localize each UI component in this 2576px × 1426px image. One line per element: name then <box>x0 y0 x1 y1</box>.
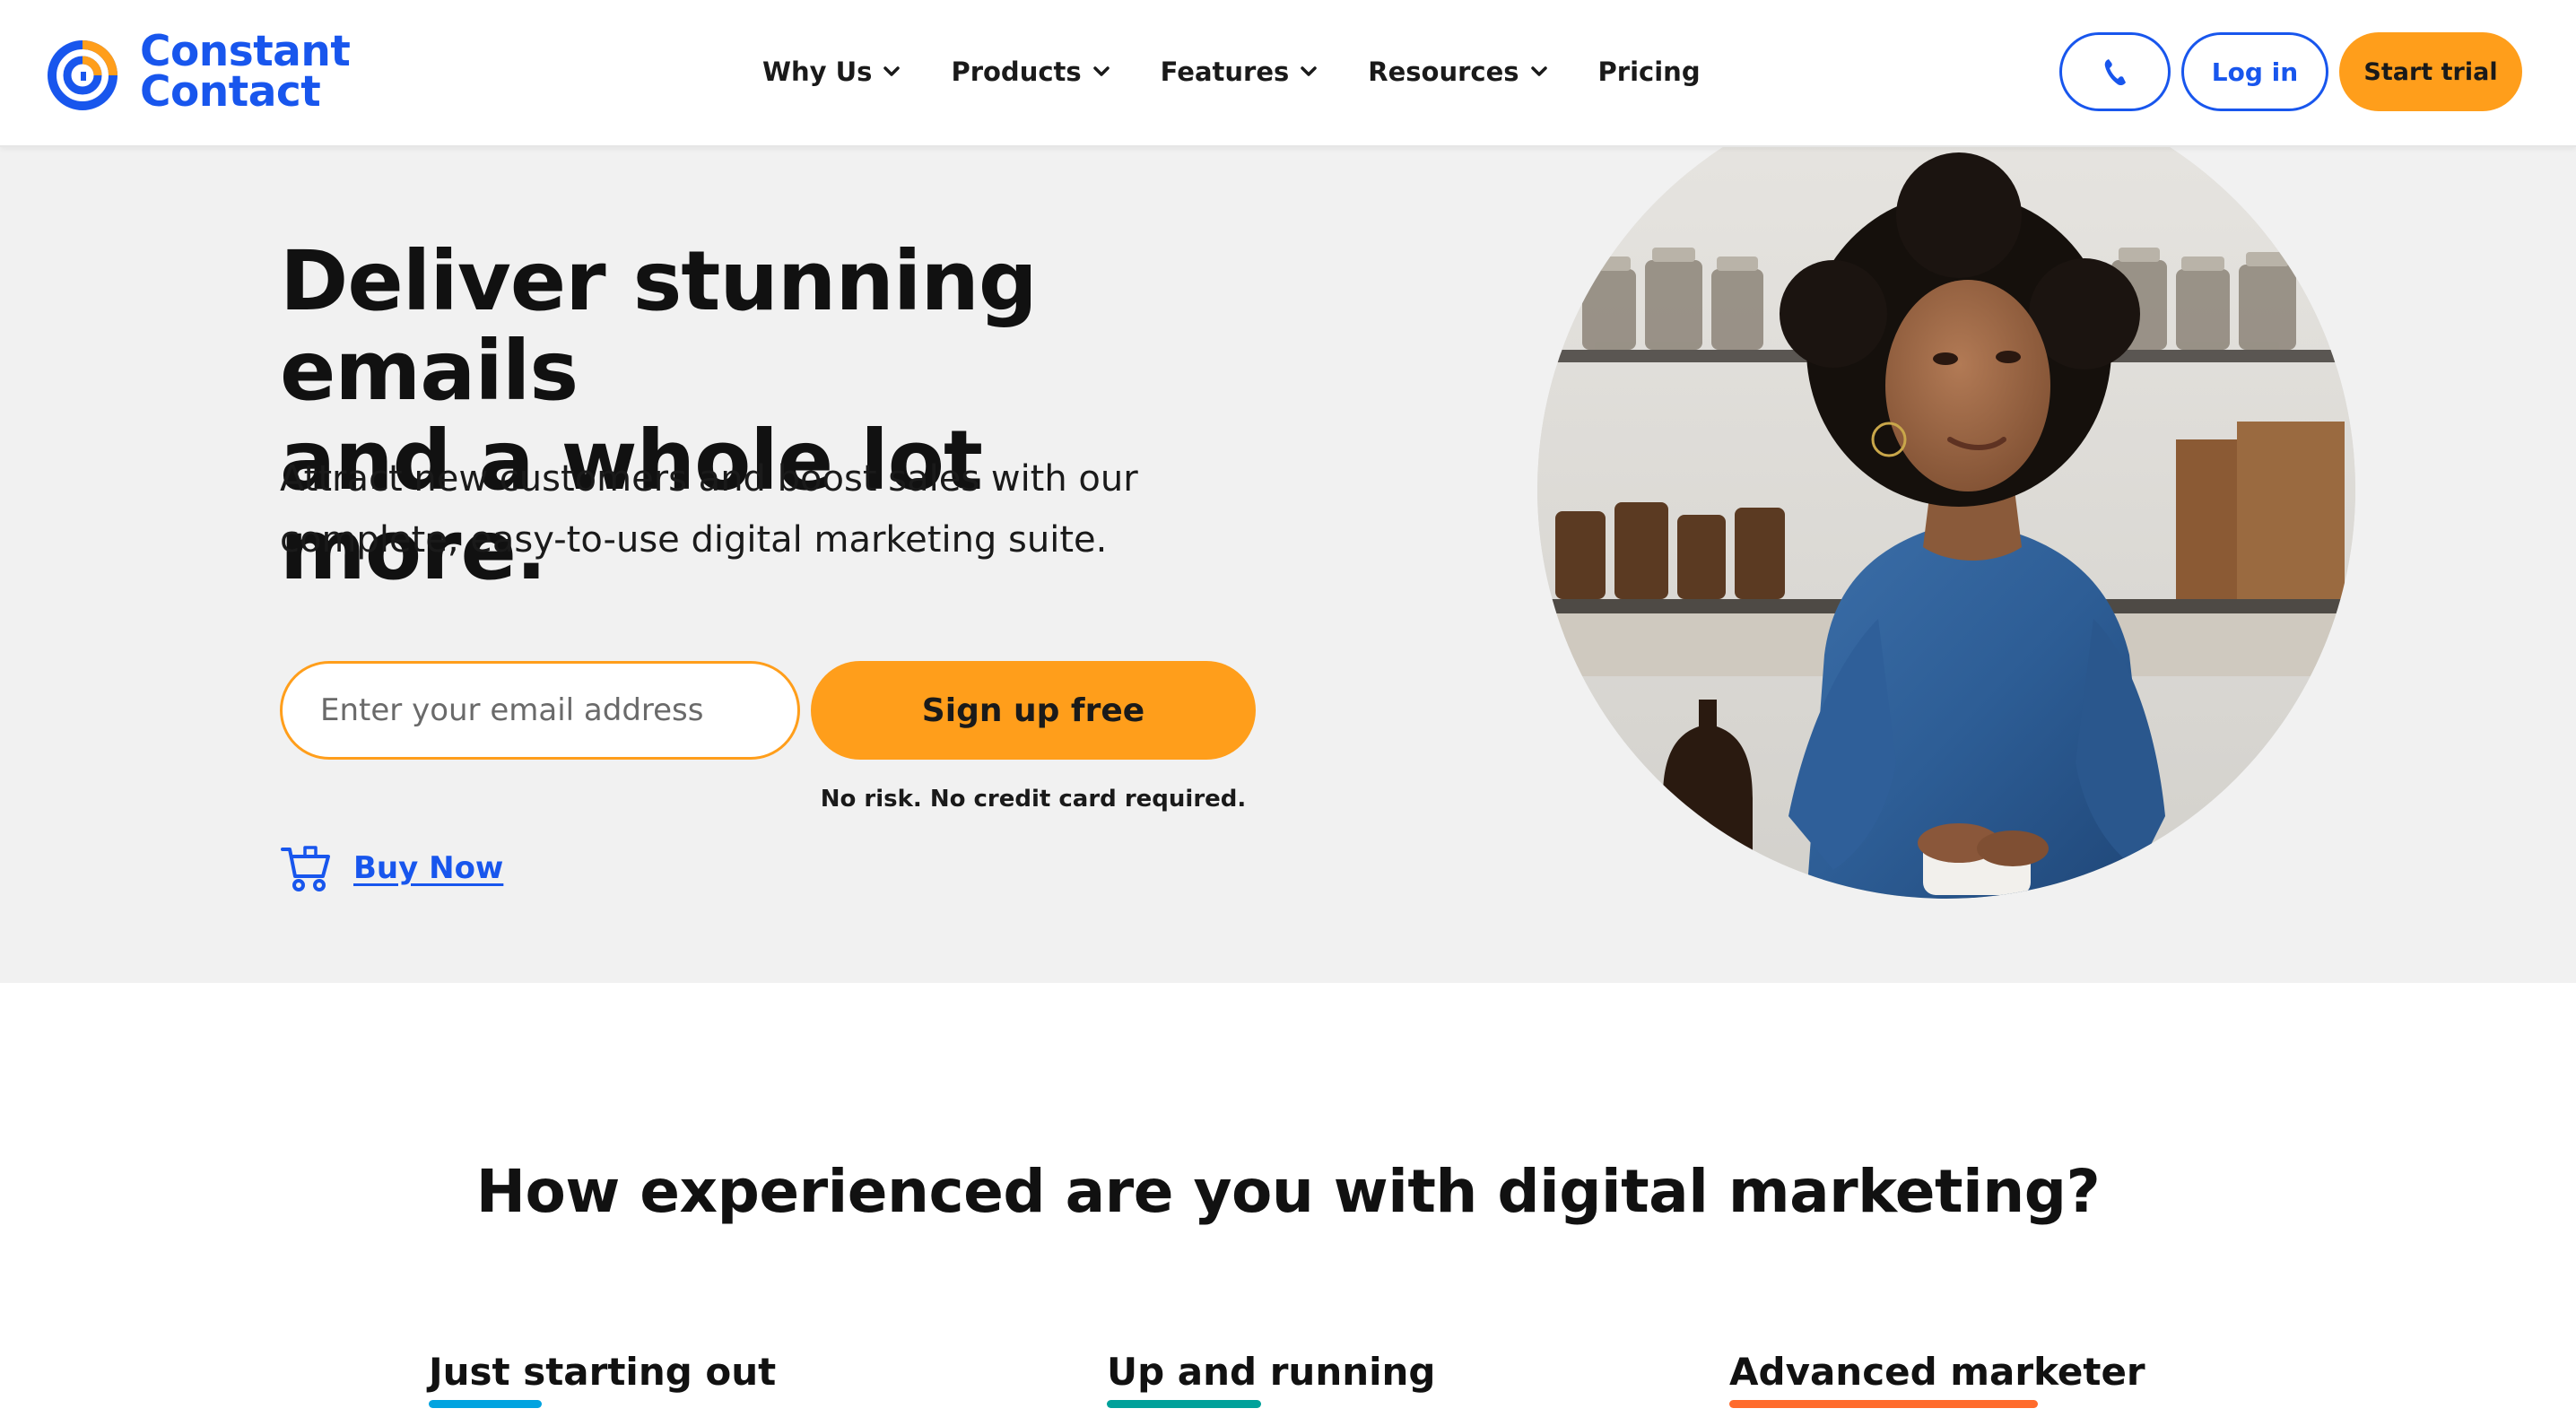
hero-subtitle-line1: Attract new customers and boost sales wi… <box>280 458 1138 500</box>
logo-mark-icon <box>48 40 117 110</box>
logo-text-line1: Constant <box>140 27 351 76</box>
shopping-cart-icon <box>281 846 330 891</box>
nav-label: Pricing <box>1597 57 1701 87</box>
buy-now-label: Buy Now <box>353 850 504 886</box>
hero-subtitle: Attract new customers and boost sales wi… <box>280 448 1177 570</box>
nav-label: Features <box>1160 57 1290 87</box>
nav-item-pricing[interactable]: Pricing <box>1598 57 1701 87</box>
hero-section: Deliver stunning emails and a whole lot … <box>0 147 2576 983</box>
chevron-down-icon <box>1301 66 1318 76</box>
phone-icon <box>2104 59 2126 86</box>
nav-item-resources[interactable]: Resources <box>1368 57 1547 87</box>
tab-underline <box>1729 1400 2038 1408</box>
buy-now-link[interactable]: Buy Now <box>280 839 503 897</box>
hero-photo <box>1537 147 2355 899</box>
nav-label: Products <box>951 57 1082 87</box>
hero-title-line1: Deliver stunning emails <box>280 233 1038 419</box>
tab-label: Just starting out <box>429 1350 777 1394</box>
email-input[interactable] <box>280 661 800 760</box>
chevron-down-icon <box>883 66 901 76</box>
chevron-down-icon <box>1530 66 1547 76</box>
tab-up-and-running[interactable]: Up and running <box>1107 1350 1436 1408</box>
no-risk-note: No risk. No credit card required. <box>820 786 1247 813</box>
tab-advanced-marketer[interactable]: Advanced marketer <box>1729 1350 2145 1408</box>
experience-question: How experienced are you with digital mar… <box>475 1157 2101 1226</box>
site-header: Constant Contact Why Us Products Feature… <box>0 0 2576 147</box>
login-button[interactable]: Log in <box>2181 32 2328 111</box>
hero-subtitle-line2: complete, easy-to-use digital marketing … <box>280 519 1108 561</box>
sign-up-free-button[interactable]: Sign up free <box>811 661 1256 760</box>
tab-label: Advanced marketer <box>1729 1350 2145 1394</box>
phone-button[interactable] <box>2059 32 2171 111</box>
constant-contact-logo[interactable]: Constant Contact <box>45 27 351 117</box>
tab-label: Up and running <box>1107 1350 1436 1394</box>
nav-item-why-us[interactable]: Why Us <box>762 57 901 87</box>
nav-label: Resources <box>1368 57 1519 87</box>
logo-wordmark: Constant Contact <box>140 27 351 117</box>
tab-just-starting-out[interactable]: Just starting out <box>429 1350 777 1408</box>
nav-item-products[interactable]: Products <box>951 57 1110 87</box>
chevron-down-icon <box>1092 66 1110 76</box>
logo-text-line2: Contact <box>140 67 321 117</box>
nav-item-features[interactable]: Features <box>1161 57 1318 87</box>
tab-underline <box>1107 1400 1261 1408</box>
main-nav: Why Us Products Features Resources Prici… <box>762 0 1701 143</box>
start-trial-button[interactable]: Start trial <box>2339 32 2522 111</box>
nav-label: Why Us <box>762 57 873 87</box>
woman-in-shop-image <box>1537 147 2355 899</box>
tab-underline <box>429 1400 542 1408</box>
